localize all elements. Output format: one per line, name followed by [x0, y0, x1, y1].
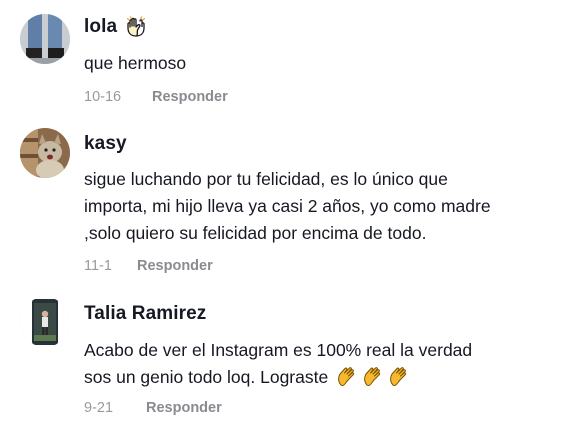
comment-text-line: sigue luchando por tu felicidad, es lo ú…	[84, 169, 448, 189]
clapping-hands-icon	[387, 365, 411, 389]
comment-item: Talia Ramirez Acabo de ver el Instagram …	[0, 285, 563, 441]
comment-item: kasy sigue luchando por tu felicidad, es…	[0, 125, 563, 285]
comment-text-segment: sos un genio todo loq. Lograste	[84, 367, 329, 387]
comment-date: 10-16	[84, 89, 122, 105]
comment-meta: 10-16 Responder	[84, 89, 228, 105]
avatar[interactable]	[20, 128, 70, 178]
comment-text-line: ,solo quiero su felicidad por encima de …	[84, 223, 427, 243]
avatar[interactable]	[20, 297, 70, 347]
avatar-photo	[20, 128, 70, 178]
comment-date: 11-1	[84, 258, 112, 274]
comment-item: lola que hermoso 10-16 Responder	[0, 0, 563, 125]
avatar[interactable]	[20, 14, 70, 64]
avatar-photo	[20, 14, 70, 64]
reply-button[interactable]: Responder	[152, 89, 228, 105]
comment-meta: 9-21 Responder	[84, 400, 222, 416]
reply-button[interactable]: Responder	[137, 258, 213, 274]
username-text: lola	[84, 16, 118, 37]
clapping-hands-icon	[335, 365, 359, 389]
username-text: kasy	[84, 133, 127, 154]
raised-hands-icon	[125, 16, 147, 38]
username-text: Talia Ramirez	[84, 303, 207, 324]
reply-button[interactable]: Responder	[146, 400, 222, 416]
comment-text: Acabo de ver el Instagram es 100% real l…	[84, 337, 544, 391]
comment-username[interactable]: Talia Ramirez	[84, 303, 206, 325]
comment-username[interactable]: lola	[84, 16, 147, 38]
clapping-hands-icon	[361, 365, 385, 389]
comment-text: sigue luchando por tu felicidad, es lo ú…	[84, 166, 544, 247]
comment-date: 9-21	[84, 400, 114, 416]
avatar-photo	[20, 297, 70, 347]
comment-text-line: Acabo de ver el Instagram es 100% real l…	[84, 340, 473, 360]
comment-text-line: importa, mi hijo lleva ya casi 2 años, y…	[84, 196, 491, 216]
comment-text-line: sos un genio todo loq. Lograste	[84, 364, 544, 391]
comment-meta: 11-1 Responder	[84, 258, 213, 274]
comment-text: que hermoso	[84, 53, 187, 73]
comment-username[interactable]: kasy	[84, 133, 127, 155]
